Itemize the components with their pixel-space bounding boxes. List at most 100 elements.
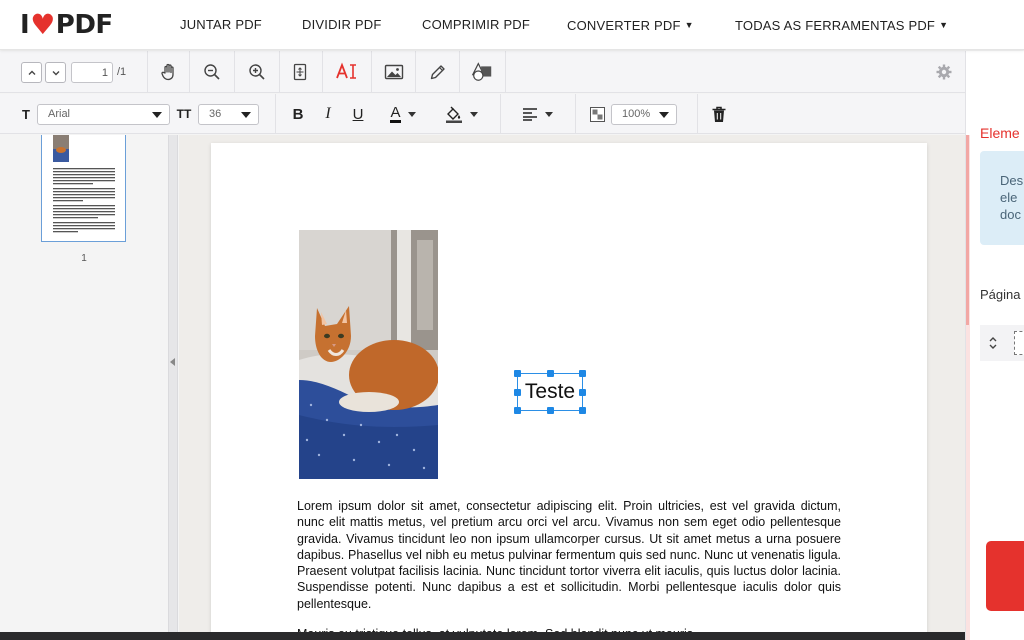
shapes-button[interactable] [470,59,494,83]
ilovepdf-logo[interactable]: I ♥ PDF [20,10,113,40]
info-box: Des ele doc [980,151,1024,245]
toolbar-divider [459,51,460,93]
cat-photo[interactable] [299,230,438,479]
panel-scroll-indicator[interactable] [966,135,969,325]
draw-button[interactable] [426,60,450,84]
shapes-icon [471,62,492,81]
format-toolbar: T Arial TT 36 B I U A 100% [0,94,965,134]
align-left-icon [522,108,537,121]
opacity-icon [588,104,606,124]
nav-converter-pdf[interactable]: CONVERTER PDF ▼ [567,0,694,50]
toolbar-divider [322,51,323,93]
info-line: doc [1000,207,1021,222]
add-text-button[interactable] [335,60,359,84]
toolbar-divider [415,51,416,93]
font-family-select[interactable]: Arial [37,104,170,125]
selected-text-box[interactable]: Teste [514,370,586,414]
zoom-in-button[interactable] [245,60,269,84]
fit-icon [293,63,307,81]
document-workspace: Teste Lorem ipsum dolor sit amet, consec… [179,135,965,640]
dropdown-caret-icon [659,112,669,118]
caret-down-icon [469,111,478,117]
font-color-icon: A [390,104,401,123]
underline-button[interactable]: U [350,104,366,124]
thumbnails-panel: 1 [0,135,168,640]
collapse-arrow-icon[interactable] [170,358,175,366]
font-color-button[interactable]: A [386,104,420,124]
right-elements-panel: Eleme Des ele doc Página [965,51,1024,640]
nav-label: CONVERTER PDF [567,18,681,33]
hand-tool-button[interactable] [157,60,181,84]
page-section-label: Página [980,287,1021,302]
chevron-up-icon [28,70,35,75]
checker-icon [589,106,605,122]
top-header: I ♥ PDF JUNTAR PDF DIVIDIR PDF COMPRIMIR… [0,0,1024,50]
page-total: /1 [117,66,127,78]
resize-handle-sw[interactable] [514,407,521,414]
italic-button[interactable]: I [320,104,336,124]
taskbar-strip [0,632,965,640]
thumbnail-preview [53,135,115,233]
page-number-input[interactable] [71,62,113,83]
caret-down-icon [407,111,416,117]
next-page-button[interactable] [45,62,66,83]
toolbar-divider [575,94,576,134]
opacity-select[interactable]: 100% [611,104,677,125]
zoom-out-button[interactable] [200,60,224,84]
toolbar-divider [505,51,506,93]
fit-page-button[interactable] [288,60,312,84]
add-image-button[interactable] [382,60,406,84]
element-row[interactable] [980,325,1024,361]
dropdown-caret-icon [152,112,162,118]
add-text-icon [336,62,356,79]
pdf-page[interactable]: Teste Lorem ipsum dolor sit amet, consec… [211,143,927,640]
info-line: ele [1000,190,1018,205]
toolbar-divider [147,51,148,93]
font-size-select[interactable]: 36 [198,104,259,125]
element-preview[interactable] [1014,331,1024,355]
settings-button[interactable] [932,60,956,84]
resize-handle-w[interactable] [514,389,521,396]
chevron-down-icon [52,70,59,75]
font-size-value: 36 [209,108,222,120]
font-size-label: TT [176,107,192,121]
text-align-button[interactable] [521,104,553,124]
paint-bucket-icon [445,106,462,123]
toolbar-divider [189,51,190,93]
resize-handle-s[interactable] [547,407,554,414]
nav-label: TODAS AS FERRAMENTAS PDF [735,18,936,33]
text-box-content[interactable]: Teste [518,374,582,410]
font-family-value: Arial [48,108,71,120]
toolbar-divider [279,51,280,93]
nav-comprimir-pdf[interactable]: COMPRIMIR PDF [422,0,530,50]
apply-changes-button[interactable] [986,541,1024,611]
page-thumbnail[interactable] [41,135,126,242]
zoom-in-icon [249,64,265,80]
bold-button[interactable]: B [290,104,306,124]
prev-page-button[interactable] [21,62,42,83]
caret-down-icon [544,111,553,117]
resize-handle-se[interactable] [579,407,586,414]
toolbar-divider [275,94,276,134]
reorder-icon[interactable] [988,335,998,351]
caret-down-icon: ▼ [939,20,949,30]
zoom-out-icon [204,64,220,80]
delete-button[interactable] [710,104,728,124]
fill-color-button[interactable] [444,104,478,124]
trash-icon [712,106,726,122]
resize-handle-n[interactable] [547,370,554,377]
nav-label: DIVIDIR PDF [302,17,382,32]
info-line: Des [1000,173,1024,188]
gear-icon [936,64,952,80]
resize-handle-ne[interactable] [579,370,586,377]
elements-title: Eleme [980,125,1020,141]
nav-dividir-pdf[interactable]: DIVIDIR PDF [302,0,381,50]
panel-resizer[interactable] [168,135,178,640]
logo-pdf: PDF [55,10,113,40]
nav-juntar-pdf[interactable]: JUNTAR PDF [180,0,262,50]
main-toolbar: /1 [0,51,965,93]
resize-handle-e[interactable] [579,389,586,396]
resize-handle-nw[interactable] [514,370,521,377]
toolbar-divider [234,51,235,93]
nav-todas-ferramentas[interactable]: TODAS AS FERRAMENTAS PDF ▼ [735,0,948,50]
